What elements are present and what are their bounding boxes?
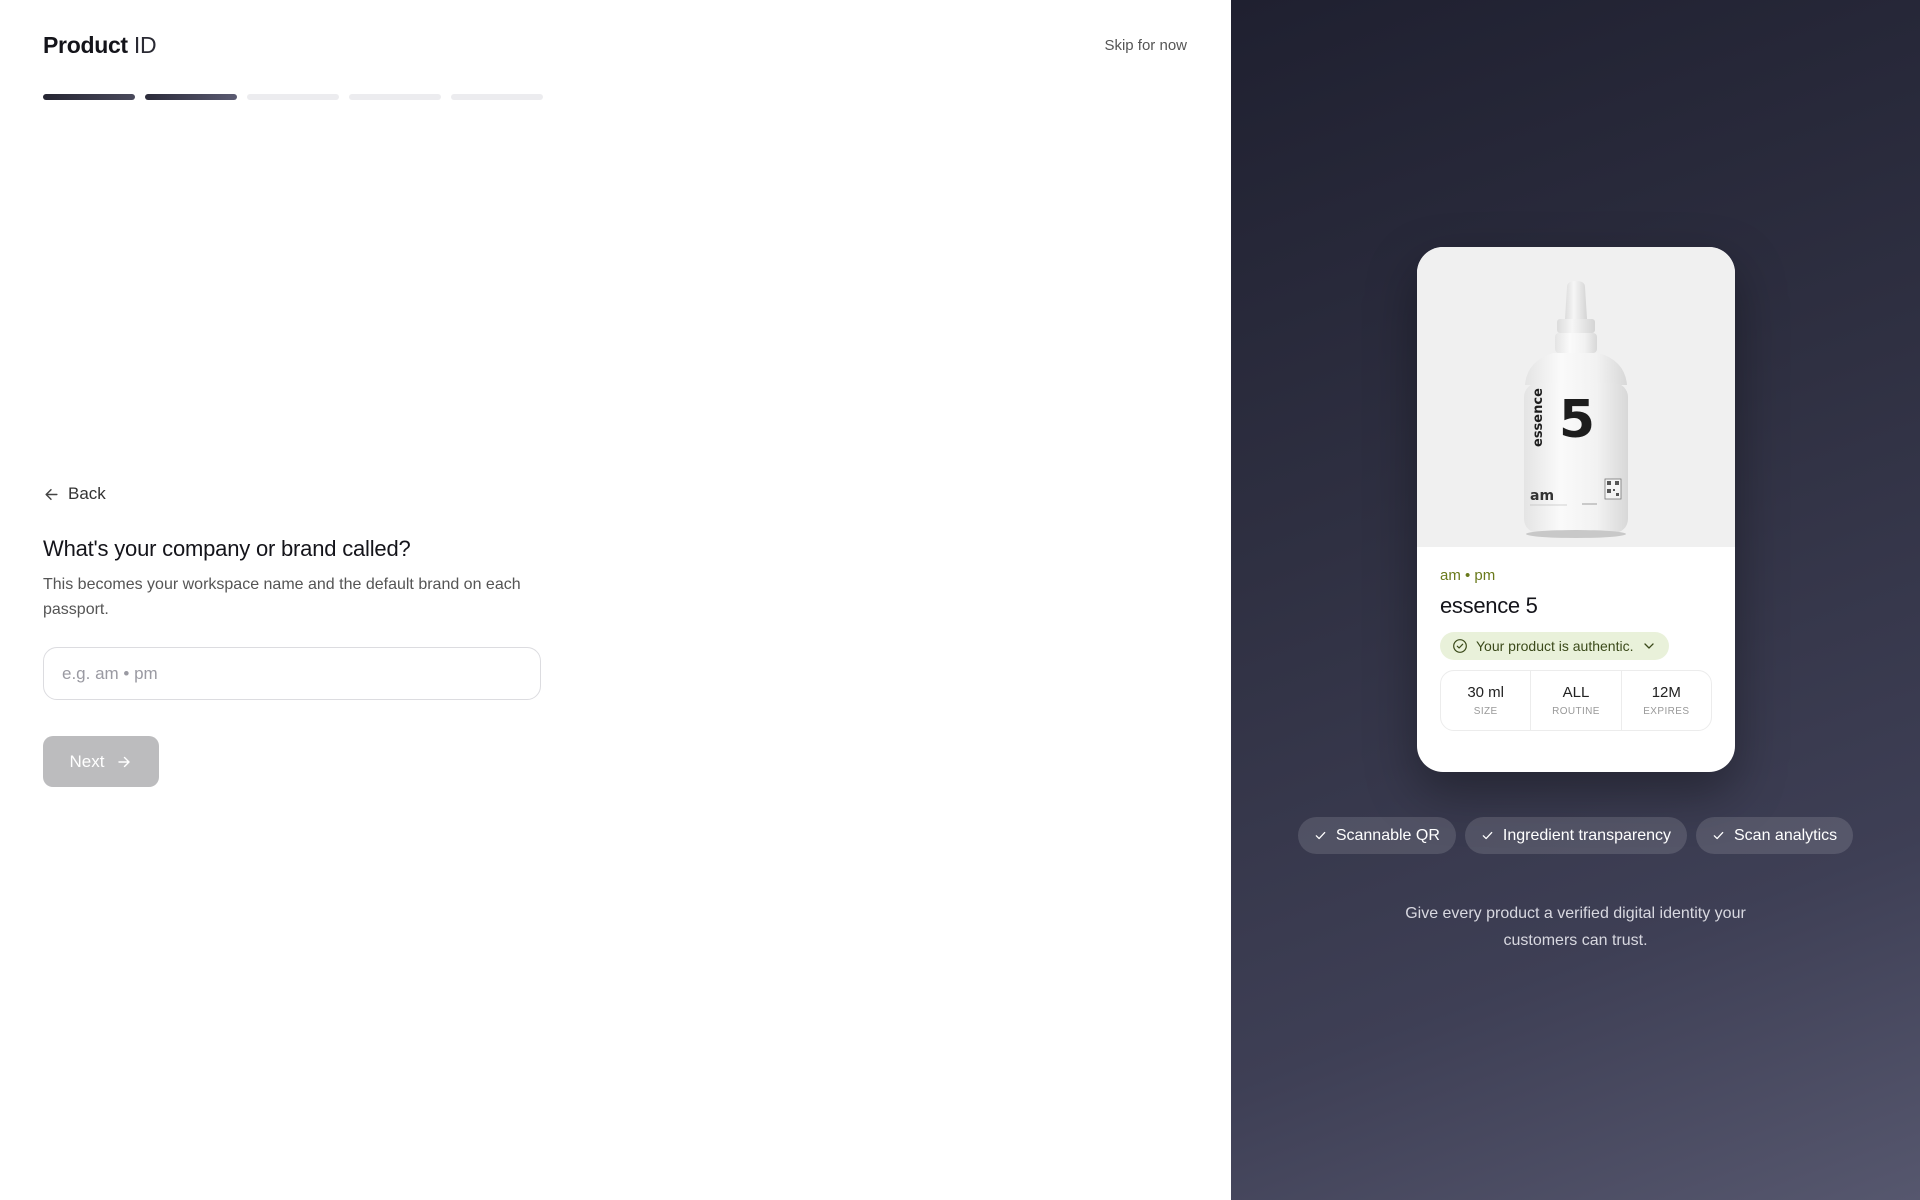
- progress-step-4: [349, 94, 441, 100]
- feature-chip-analytics: Scan analytics: [1696, 817, 1854, 854]
- stat-value: ALL: [1562, 684, 1590, 701]
- question-title: What's your company or brand called?: [43, 536, 411, 561]
- stat-size: 30 ml SIZE: [1441, 671, 1532, 730]
- authenticity-badge[interactable]: Your product is authentic.: [1440, 632, 1670, 660]
- next-label: Next: [69, 751, 105, 771]
- brand-label: am • pm: [1440, 567, 1496, 584]
- stat-label: ROUTINE: [1552, 706, 1600, 717]
- back-button[interactable]: Back: [43, 484, 106, 504]
- progress-indicator: [43, 94, 543, 100]
- tagline-line-2: customers can trust.: [1503, 932, 1648, 949]
- next-button[interactable]: Next: [43, 736, 159, 787]
- check-icon: [1482, 831, 1493, 840]
- feature-label: Ingredient transparency: [1502, 826, 1671, 844]
- product-stats: 30 ml SIZE ALL ROUTINE 12M EXPIRES: [1440, 670, 1712, 731]
- brand-name-input[interactable]: [43, 647, 541, 700]
- product-passport-card: 5 essence am am • pm essence 5 Your prod…: [1417, 247, 1735, 772]
- feature-chip-qr: Scannable QR: [1297, 817, 1456, 854]
- feature-label: Scannable QR: [1335, 826, 1440, 844]
- bottle-number: 5: [1559, 390, 1595, 450]
- product-image: 5 essence am: [1417, 247, 1735, 547]
- stat-label: SIZE: [1473, 706, 1498, 717]
- skip-button[interactable]: Skip for now: [1104, 37, 1187, 54]
- check-badge-icon: [1453, 639, 1467, 653]
- progress-step-2: [145, 94, 237, 100]
- check-icon: [1713, 831, 1724, 840]
- bottle-brand-mark: am: [1530, 488, 1554, 504]
- check-icon: [1315, 831, 1326, 840]
- arrow-right-icon: [118, 756, 131, 767]
- stat-routine: ALL ROUTINE: [1531, 671, 1622, 730]
- stat-value: 30 ml: [1467, 684, 1504, 701]
- passport-details: am • pm essence 5 Your product is authen…: [1417, 547, 1735, 751]
- app-logo: Product ID: [43, 32, 157, 59]
- stat-expires: 12M EXPIRES: [1622, 671, 1711, 730]
- progress-step-1: [43, 94, 135, 100]
- question-subtitle: This becomes your workspace name and the…: [43, 576, 521, 618]
- bottle-illustration: 5 essence am: [1524, 281, 1628, 538]
- bottle-name: essence: [1531, 388, 1546, 447]
- feature-chip-ingredients: Ingredient transparency: [1464, 817, 1687, 854]
- arrow-left-icon: [45, 488, 58, 500]
- preview-pane: 5 essence am am • pm essence 5 Your prod…: [1231, 0, 1920, 1200]
- onboarding-pane: Product ID Skip for now Back What's your…: [0, 0, 1231, 1200]
- chevron-down-icon: [1644, 643, 1655, 649]
- logo-light: ID: [133, 32, 157, 58]
- progress-step-3: [247, 94, 339, 100]
- feature-label: Scan analytics: [1734, 826, 1838, 844]
- logo-bold: Product: [43, 32, 128, 58]
- tagline: Give every product a verified digital id…: [1231, 900, 1920, 954]
- back-label: Back: [68, 484, 106, 503]
- authenticity-text: Your product is authentic.: [1476, 638, 1634, 654]
- feature-chips: Scannable QR Ingredient transparency Sca…: [1231, 817, 1920, 854]
- stat-label: EXPIRES: [1643, 706, 1690, 717]
- stat-value: 12M: [1651, 684, 1681, 701]
- tagline-line-1: Give every product a verified digital id…: [1405, 905, 1746, 922]
- progress-step-5: [451, 94, 543, 100]
- product-name: essence 5: [1440, 593, 1538, 618]
